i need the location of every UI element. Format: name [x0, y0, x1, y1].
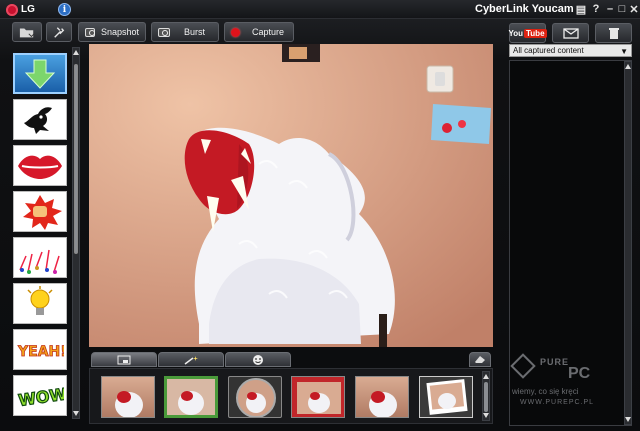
tools-icon: [54, 26, 65, 38]
info-button[interactable]: i: [58, 3, 71, 16]
title-bar: LG i CyberLink Youcam ▤ ? – □ ✕: [0, 0, 640, 19]
music-notes-icon: [19, 249, 60, 274]
watermark: PURE PC wiemy, co się kręci WWW.PUREPC.P…: [510, 353, 630, 415]
scroll-down-icon[interactable]: [73, 411, 79, 416]
frame-icon: [117, 355, 131, 364]
effect-tabs: [89, 352, 493, 368]
thumbnail-item[interactable]: [291, 376, 345, 418]
envelope-icon: [562, 27, 579, 39]
thumbnail-scrollbar[interactable]: [482, 371, 490, 421]
delete-button[interactable]: [595, 23, 632, 43]
thumbnail-item[interactable]: [101, 376, 155, 418]
tab-frames[interactable]: [91, 352, 157, 367]
effect-tile-download[interactable]: [13, 53, 67, 94]
youtube-upload-button[interactable]: You Tube: [508, 23, 547, 43]
thumbnail-image: [236, 378, 276, 417]
watermark-logo-icon: [510, 353, 536, 379]
effect-tile-punch[interactable]: [13, 191, 67, 232]
effect-tile-bulb[interactable]: [13, 283, 67, 324]
effect-tile-lips[interactable]: [13, 145, 67, 186]
bird-icon: [24, 106, 52, 134]
scroll-down-icon[interactable]: [625, 417, 631, 422]
burst-button[interactable]: Burst: [151, 22, 219, 42]
eraser-icon: [475, 356, 485, 363]
scroll-up-icon[interactable]: [73, 50, 79, 55]
thumbnail-item[interactable]: [355, 376, 409, 418]
snapshot-label: Snapshot: [100, 27, 139, 37]
snapshot-button[interactable]: Snapshot: [78, 22, 146, 42]
yeah-text-icon: YEAH!: [17, 343, 64, 360]
thumbnail-image: [369, 391, 397, 417]
scroll-up-icon[interactable]: [483, 374, 489, 379]
effect-tile-wow[interactable]: WOW!: [13, 375, 67, 416]
email-button[interactable]: [552, 23, 589, 43]
watermark-brand-left: PURE: [540, 357, 570, 367]
scroll-down-icon[interactable]: [483, 413, 489, 418]
chevron-down-icon: ▼: [620, 47, 628, 56]
lips-icon: [18, 155, 62, 179]
effects-scrollbar[interactable]: [72, 47, 80, 419]
camera-icon: [85, 27, 95, 37]
help-icon[interactable]: ?: [589, 2, 603, 16]
burst-label: Burst: [184, 27, 206, 37]
effects-sidebar: YEAH! WOW!: [9, 47, 83, 422]
record-icon: [231, 27, 240, 37]
watermark-brand-right: PC: [568, 365, 591, 382]
eraser-button[interactable]: [469, 352, 491, 367]
effect-tile-yeah[interactable]: YEAH!: [13, 329, 67, 370]
scroll-thumb[interactable]: [74, 64, 78, 254]
thumbnail-item[interactable]: [228, 376, 282, 418]
scroll-up-icon[interactable]: [625, 64, 631, 69]
wow-text-icon: WOW!: [17, 382, 64, 410]
comic-burst-icon: [23, 194, 62, 230]
capture-button[interactable]: Capture: [224, 22, 294, 42]
tab-magic[interactable]: [158, 352, 224, 367]
lg-logo-text: LG: [21, 4, 35, 15]
youtube-logo: You Tube: [508, 28, 547, 38]
effect-tile-music[interactable]: [13, 237, 67, 278]
thumbnail-item[interactable]: [419, 376, 473, 418]
youcam-window: LG i CyberLink Youcam ▤ ? – □ ✕ Snapshot…: [0, 0, 640, 431]
filter-selected: All captured content: [513, 46, 584, 55]
magic-wand-icon: [184, 355, 198, 365]
smiley-icon: [253, 354, 263, 365]
app-title: CyberLink Youcam: [475, 3, 574, 15]
webcam-image: [89, 44, 493, 347]
menu-icon[interactable]: ▤: [574, 2, 588, 16]
camera-preview[interactable]: [89, 44, 493, 347]
youtube-you: You: [508, 28, 523, 38]
download-arrow-icon: [24, 59, 56, 89]
settings-button[interactable]: [46, 22, 72, 42]
thumbnail-image: [297, 382, 341, 414]
svg-text:WOW!: WOW!: [17, 383, 64, 410]
thumbnail-image: [426, 379, 468, 415]
folder-icon: [19, 28, 35, 37]
open-folder-button[interactable]: [12, 22, 42, 42]
lg-logo: LG: [6, 3, 35, 16]
thumbnail-image: [115, 391, 143, 417]
capture-label: Capture: [252, 27, 285, 37]
svg-text:YEAH!: YEAH!: [17, 344, 64, 360]
scroll-thumb[interactable]: [484, 382, 488, 412]
thumbnail-image: [178, 391, 204, 415]
thumbnail-item[interactable]: [164, 376, 218, 418]
thumbnail-strip: [89, 368, 493, 424]
watermark-url: WWW.PUREPC.PL: [520, 399, 595, 406]
close-icon[interactable]: ✕: [627, 2, 640, 16]
watermark-slogan: wiemy, co się kręci: [512, 387, 579, 396]
effect-tile-bird[interactable]: [13, 99, 67, 140]
lg-logo-icon: [6, 3, 18, 16]
light-bulb-icon: [27, 285, 53, 315]
tab-emotions[interactable]: [225, 352, 291, 367]
trash-icon: [608, 27, 619, 39]
camera-icon: [158, 27, 170, 37]
youtube-tube: Tube: [524, 28, 547, 38]
content-filter-dropdown[interactable]: All captured content ▼: [509, 44, 632, 57]
